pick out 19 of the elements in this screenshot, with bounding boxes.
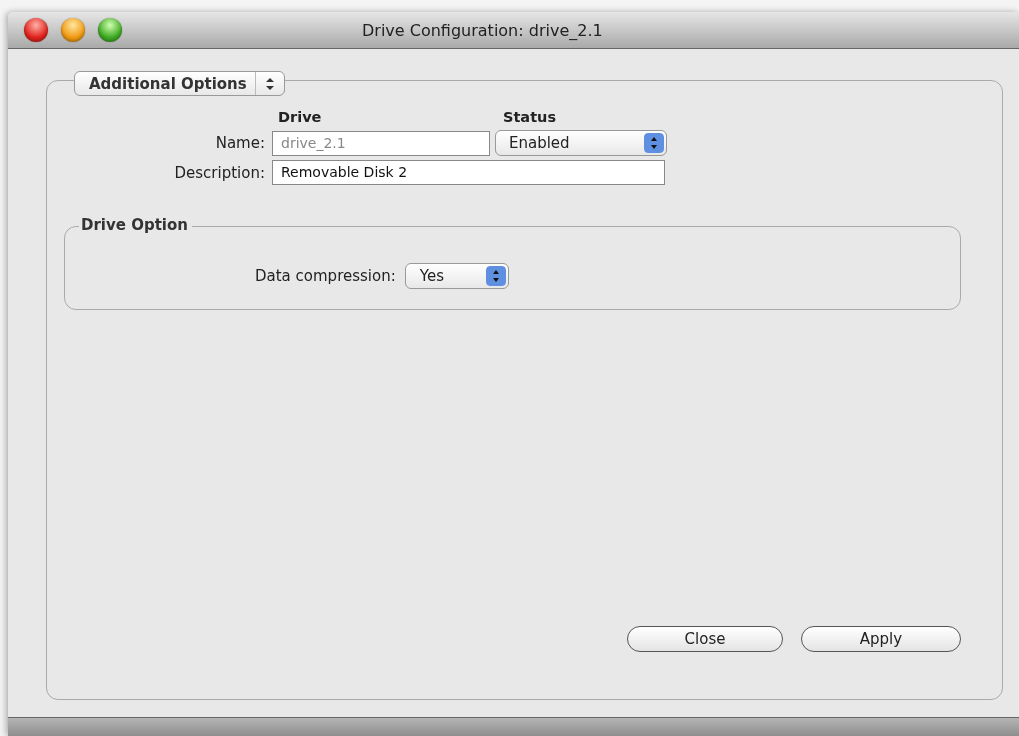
dialog-button[interactable]: Close <box>627 626 783 652</box>
stepper-icon <box>485 266 506 286</box>
status-dropdown[interactable]: Enabled <box>495 130 667 156</box>
field-label: Data compression: <box>255 267 396 285</box>
field-label: Name: <box>214 134 265 152</box>
zoom-window-icon[interactable] <box>98 18 122 42</box>
description-field[interactable]: Removable Disk 2 <box>272 160 665 185</box>
group-title: Drive Option <box>79 216 192 234</box>
dialog-button[interactable]: Apply <box>801 626 961 652</box>
field-label: Description: <box>173 163 265 182</box>
close-window-icon[interactable] <box>24 18 48 42</box>
column-heading: Drive <box>277 109 323 126</box>
window-title: Drive Configuration: drive_2.1 <box>362 20 603 40</box>
panel-dropdown[interactable]: Additional Options <box>74 71 285 96</box>
minimize-window-icon[interactable] <box>61 18 85 42</box>
compression-dropdown[interactable]: Yes <box>404 263 509 289</box>
stepper-icon <box>264 76 275 91</box>
stepper-icon <box>644 133 664 153</box>
column-heading: Status <box>502 109 558 126</box>
